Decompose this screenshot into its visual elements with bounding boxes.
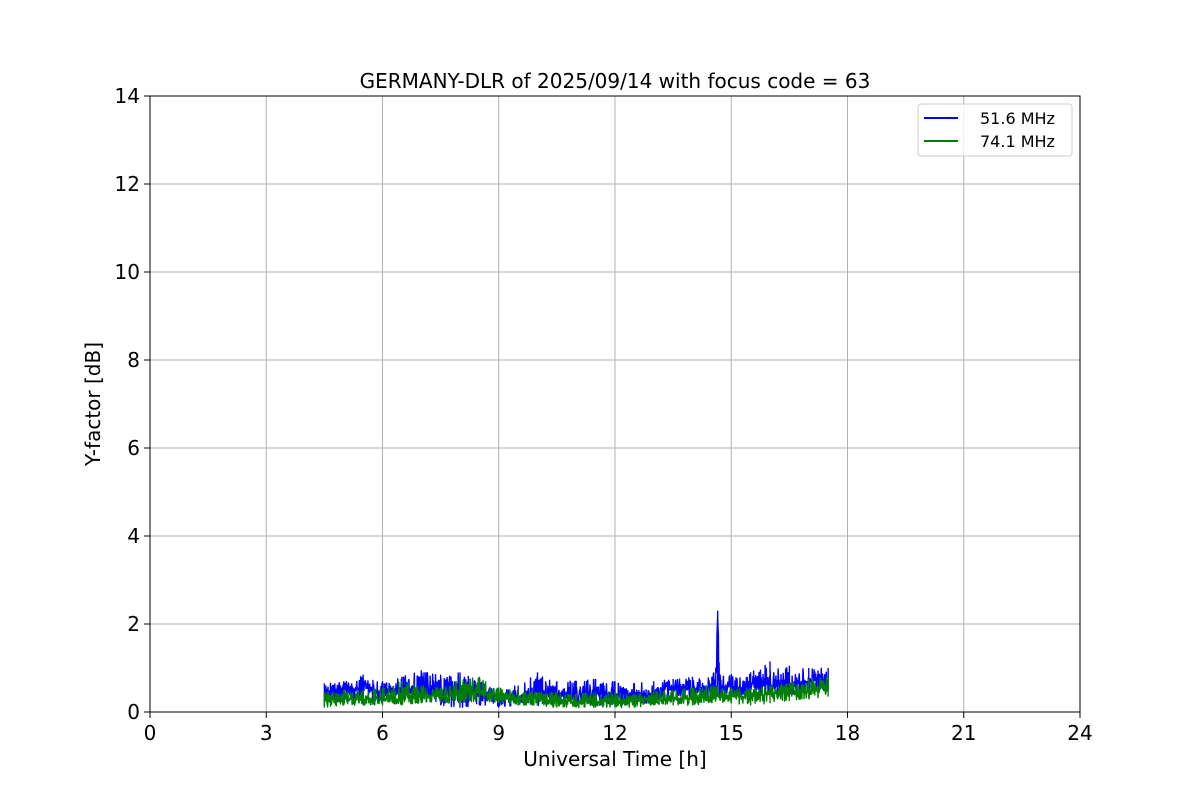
x-tick-label: 15 xyxy=(719,721,744,745)
y-tick-label: 2 xyxy=(127,612,140,636)
chart-root: 0 3 6 9 12 15 18 21 24 0 2 4 6 8 10 12 14 GERMANY-DLR of… xyxy=(0,0,1200,800)
chart-svg: 0 3 6 9 12 15 18 21 2402468101214 GERMANY-DLR of… xyxy=(0,0,1200,800)
y-tick-label: 12 xyxy=(115,172,140,196)
y-axis-label: Y-factor [dB] xyxy=(81,342,105,467)
x-tick-label: 24 xyxy=(1067,721,1092,745)
x-tick-label: 9 xyxy=(492,721,505,745)
x-axis-label: Universal Time [h] xyxy=(523,747,706,771)
y-tick-label: 14 xyxy=(115,84,140,108)
y-tick-label: 8 xyxy=(127,348,140,372)
legend: 51.6 MHz 74.1 MHz xyxy=(917,103,1073,157)
y-tick-label: 10 xyxy=(115,260,140,284)
chart-title: GERMANY-DLR of 2025/09/14 with focus cod… xyxy=(360,69,871,93)
y-tick-label: 4 xyxy=(127,524,140,548)
legend-label: 51.6 MHz xyxy=(980,109,1055,128)
y-tick-label: 0 xyxy=(127,700,140,724)
y-tick-label: 6 xyxy=(127,436,140,460)
legend-label: 74.1 MHz xyxy=(980,132,1055,151)
x-tick-label: 0 xyxy=(144,721,157,745)
x-tick-label: 21 xyxy=(951,721,976,745)
x-tick-label: 18 xyxy=(835,721,860,745)
x-tick-label: 6 xyxy=(376,721,389,745)
x-tick-label: 12 xyxy=(602,721,627,745)
x-tick-label: 3 xyxy=(260,721,273,745)
